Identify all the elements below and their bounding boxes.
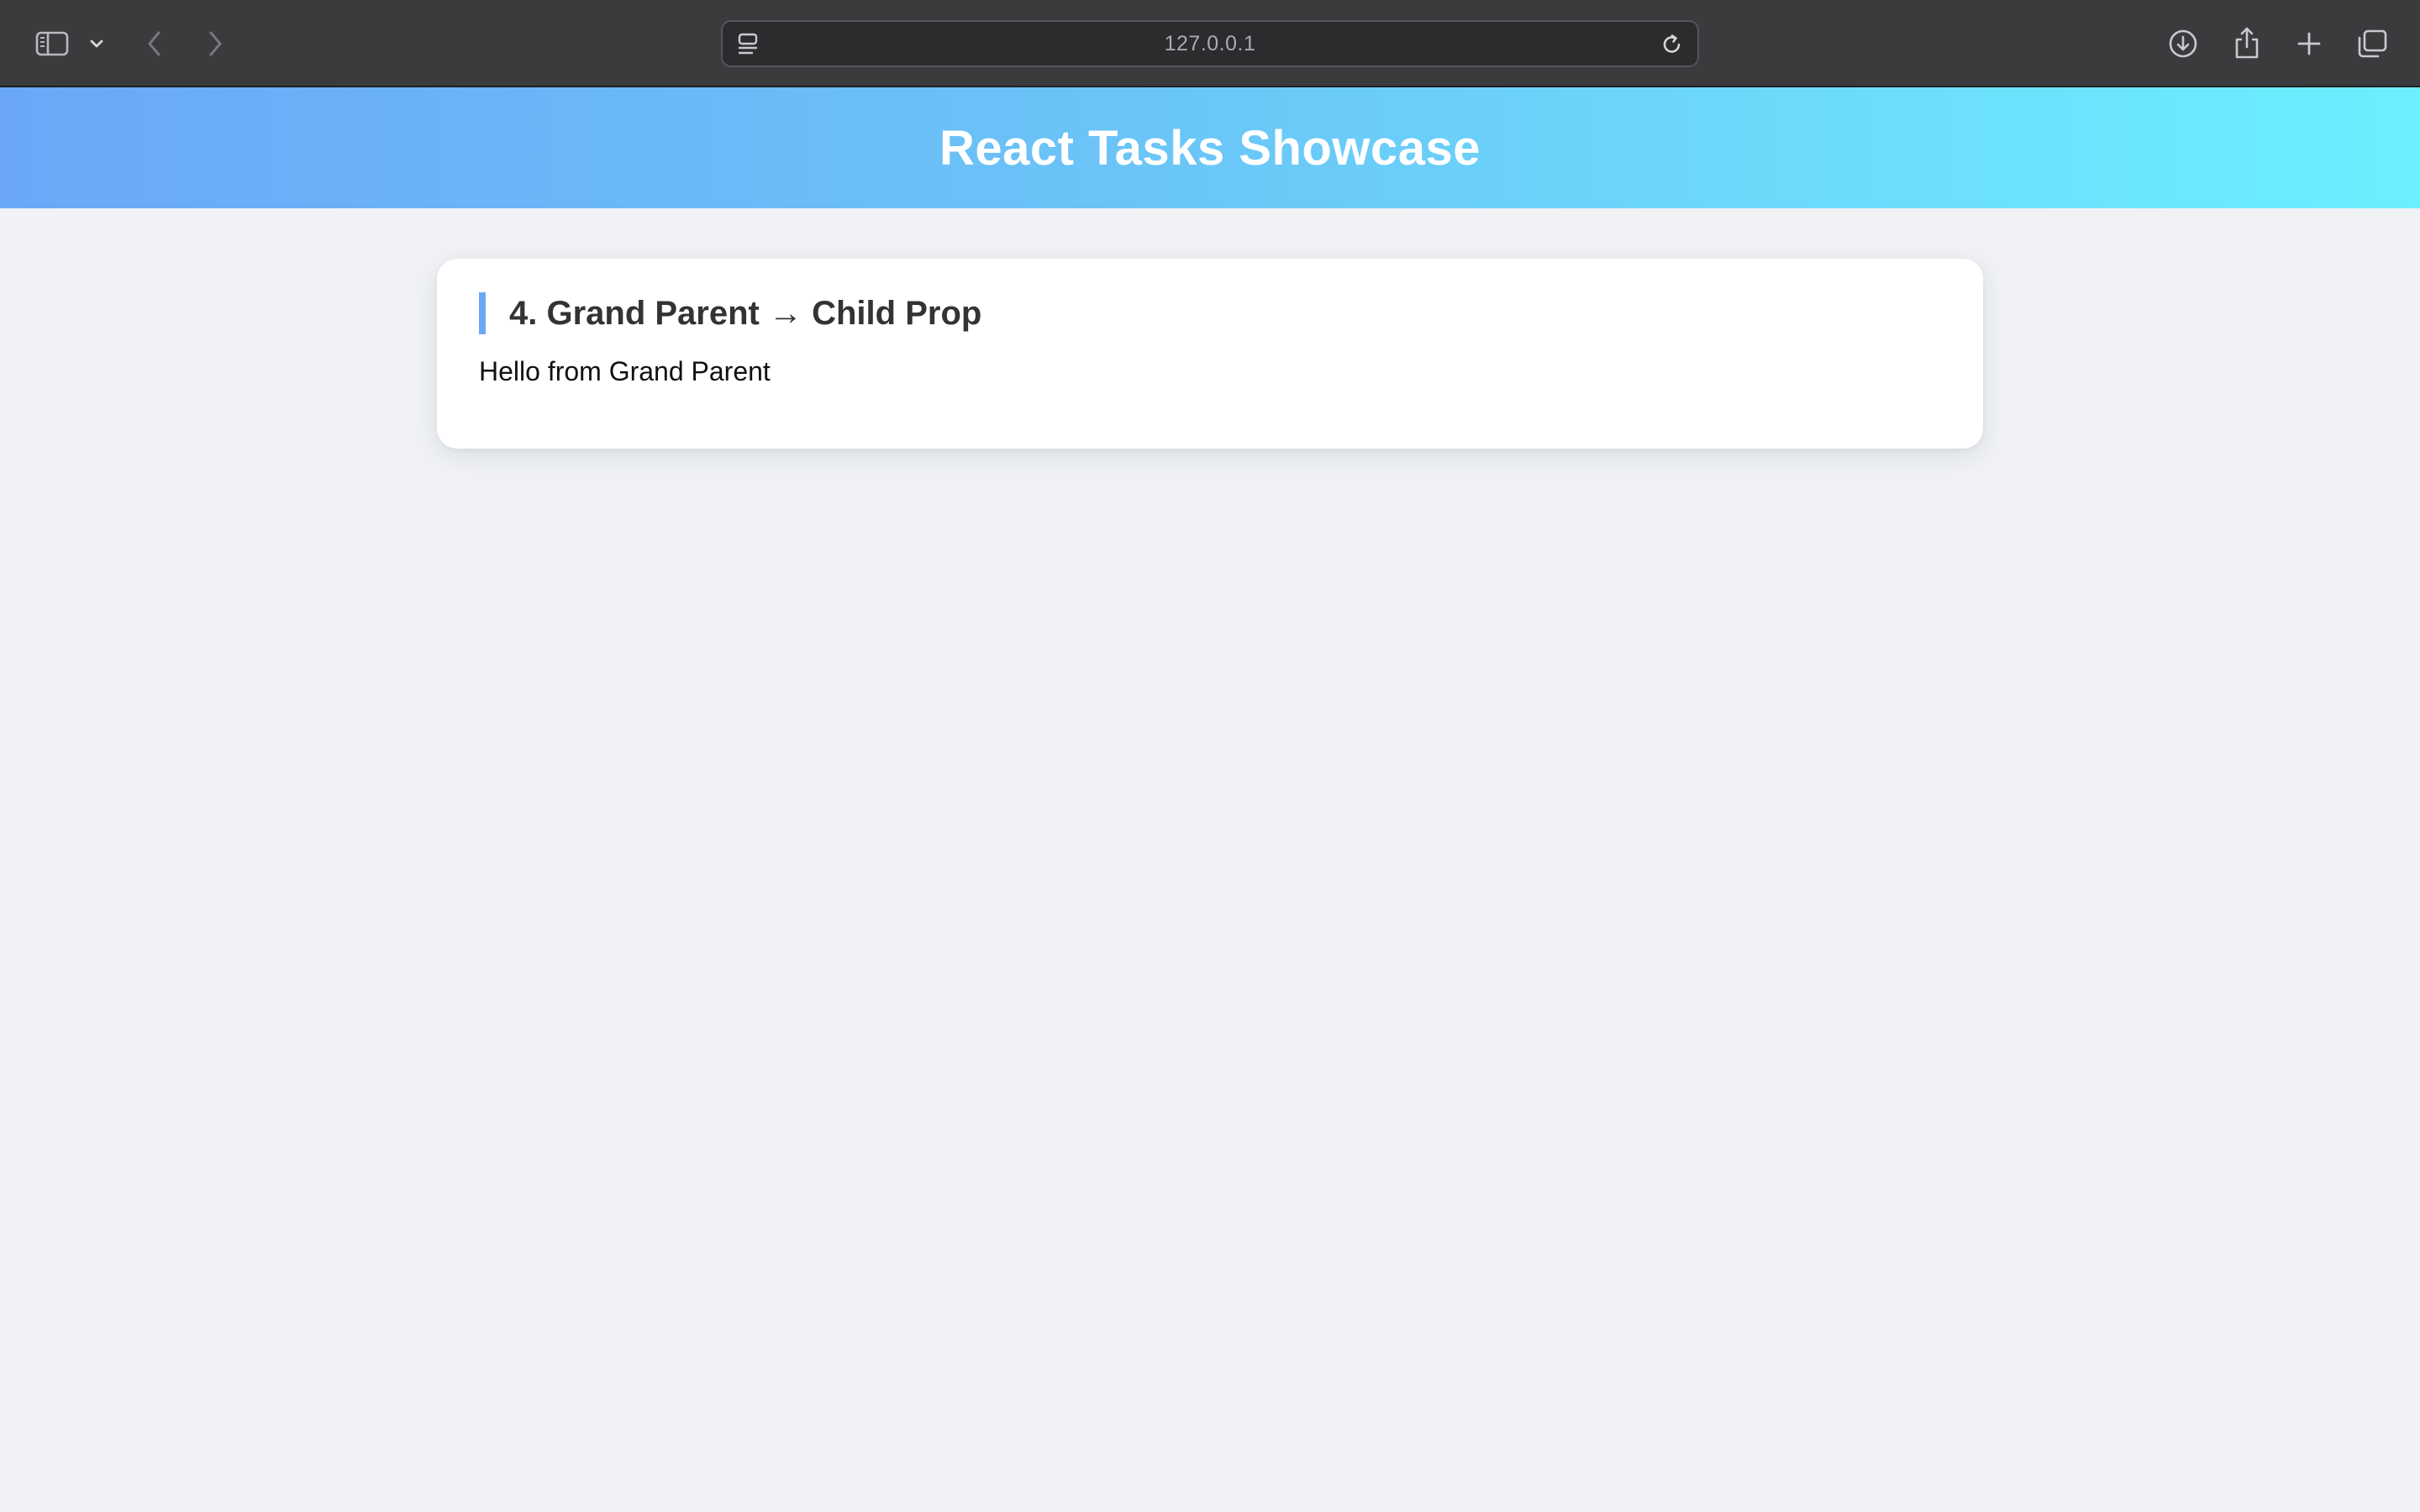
sidebar-toggle-button[interactable] — [30, 25, 74, 62]
downloads-button[interactable] — [2163, 24, 2203, 64]
task-card: 4. Grand Parent → Child Prop Hello from … — [437, 259, 1983, 449]
share-icon — [2233, 26, 2261, 60]
tabs-icon — [2356, 29, 2388, 59]
new-tab-button[interactable] — [2289, 24, 2329, 64]
share-button[interactable] — [2227, 22, 2267, 64]
chevron-right-icon — [206, 30, 224, 57]
page-title: React Tasks Showcase — [939, 120, 1481, 176]
card-text: Hello from Grand Parent — [479, 356, 771, 386]
browser-toolbar: 127.0.0.1 — [0, 0, 2420, 87]
chevron-down-icon — [89, 39, 104, 49]
download-icon — [2167, 28, 2199, 60]
forward-button[interactable] — [198, 25, 232, 62]
url-text[interactable]: 127.0.0.1 — [723, 22, 1697, 66]
sidebar-icon — [35, 31, 69, 56]
reload-icon — [1660, 33, 1684, 56]
page-header: React Tasks Showcase — [0, 87, 2420, 208]
plus-icon — [2296, 30, 2323, 57]
tab-overview-button[interactable] — [2351, 24, 2393, 64]
reload-button[interactable] — [1655, 29, 1689, 60]
card-title: 4. Grand Parent → Child Prop — [479, 292, 981, 334]
sidebar-menu-button[interactable] — [84, 30, 109, 57]
chevron-left-icon — [145, 30, 164, 57]
address-bar[interactable]: 127.0.0.1 — [721, 20, 1699, 67]
back-button[interactable] — [138, 25, 171, 62]
